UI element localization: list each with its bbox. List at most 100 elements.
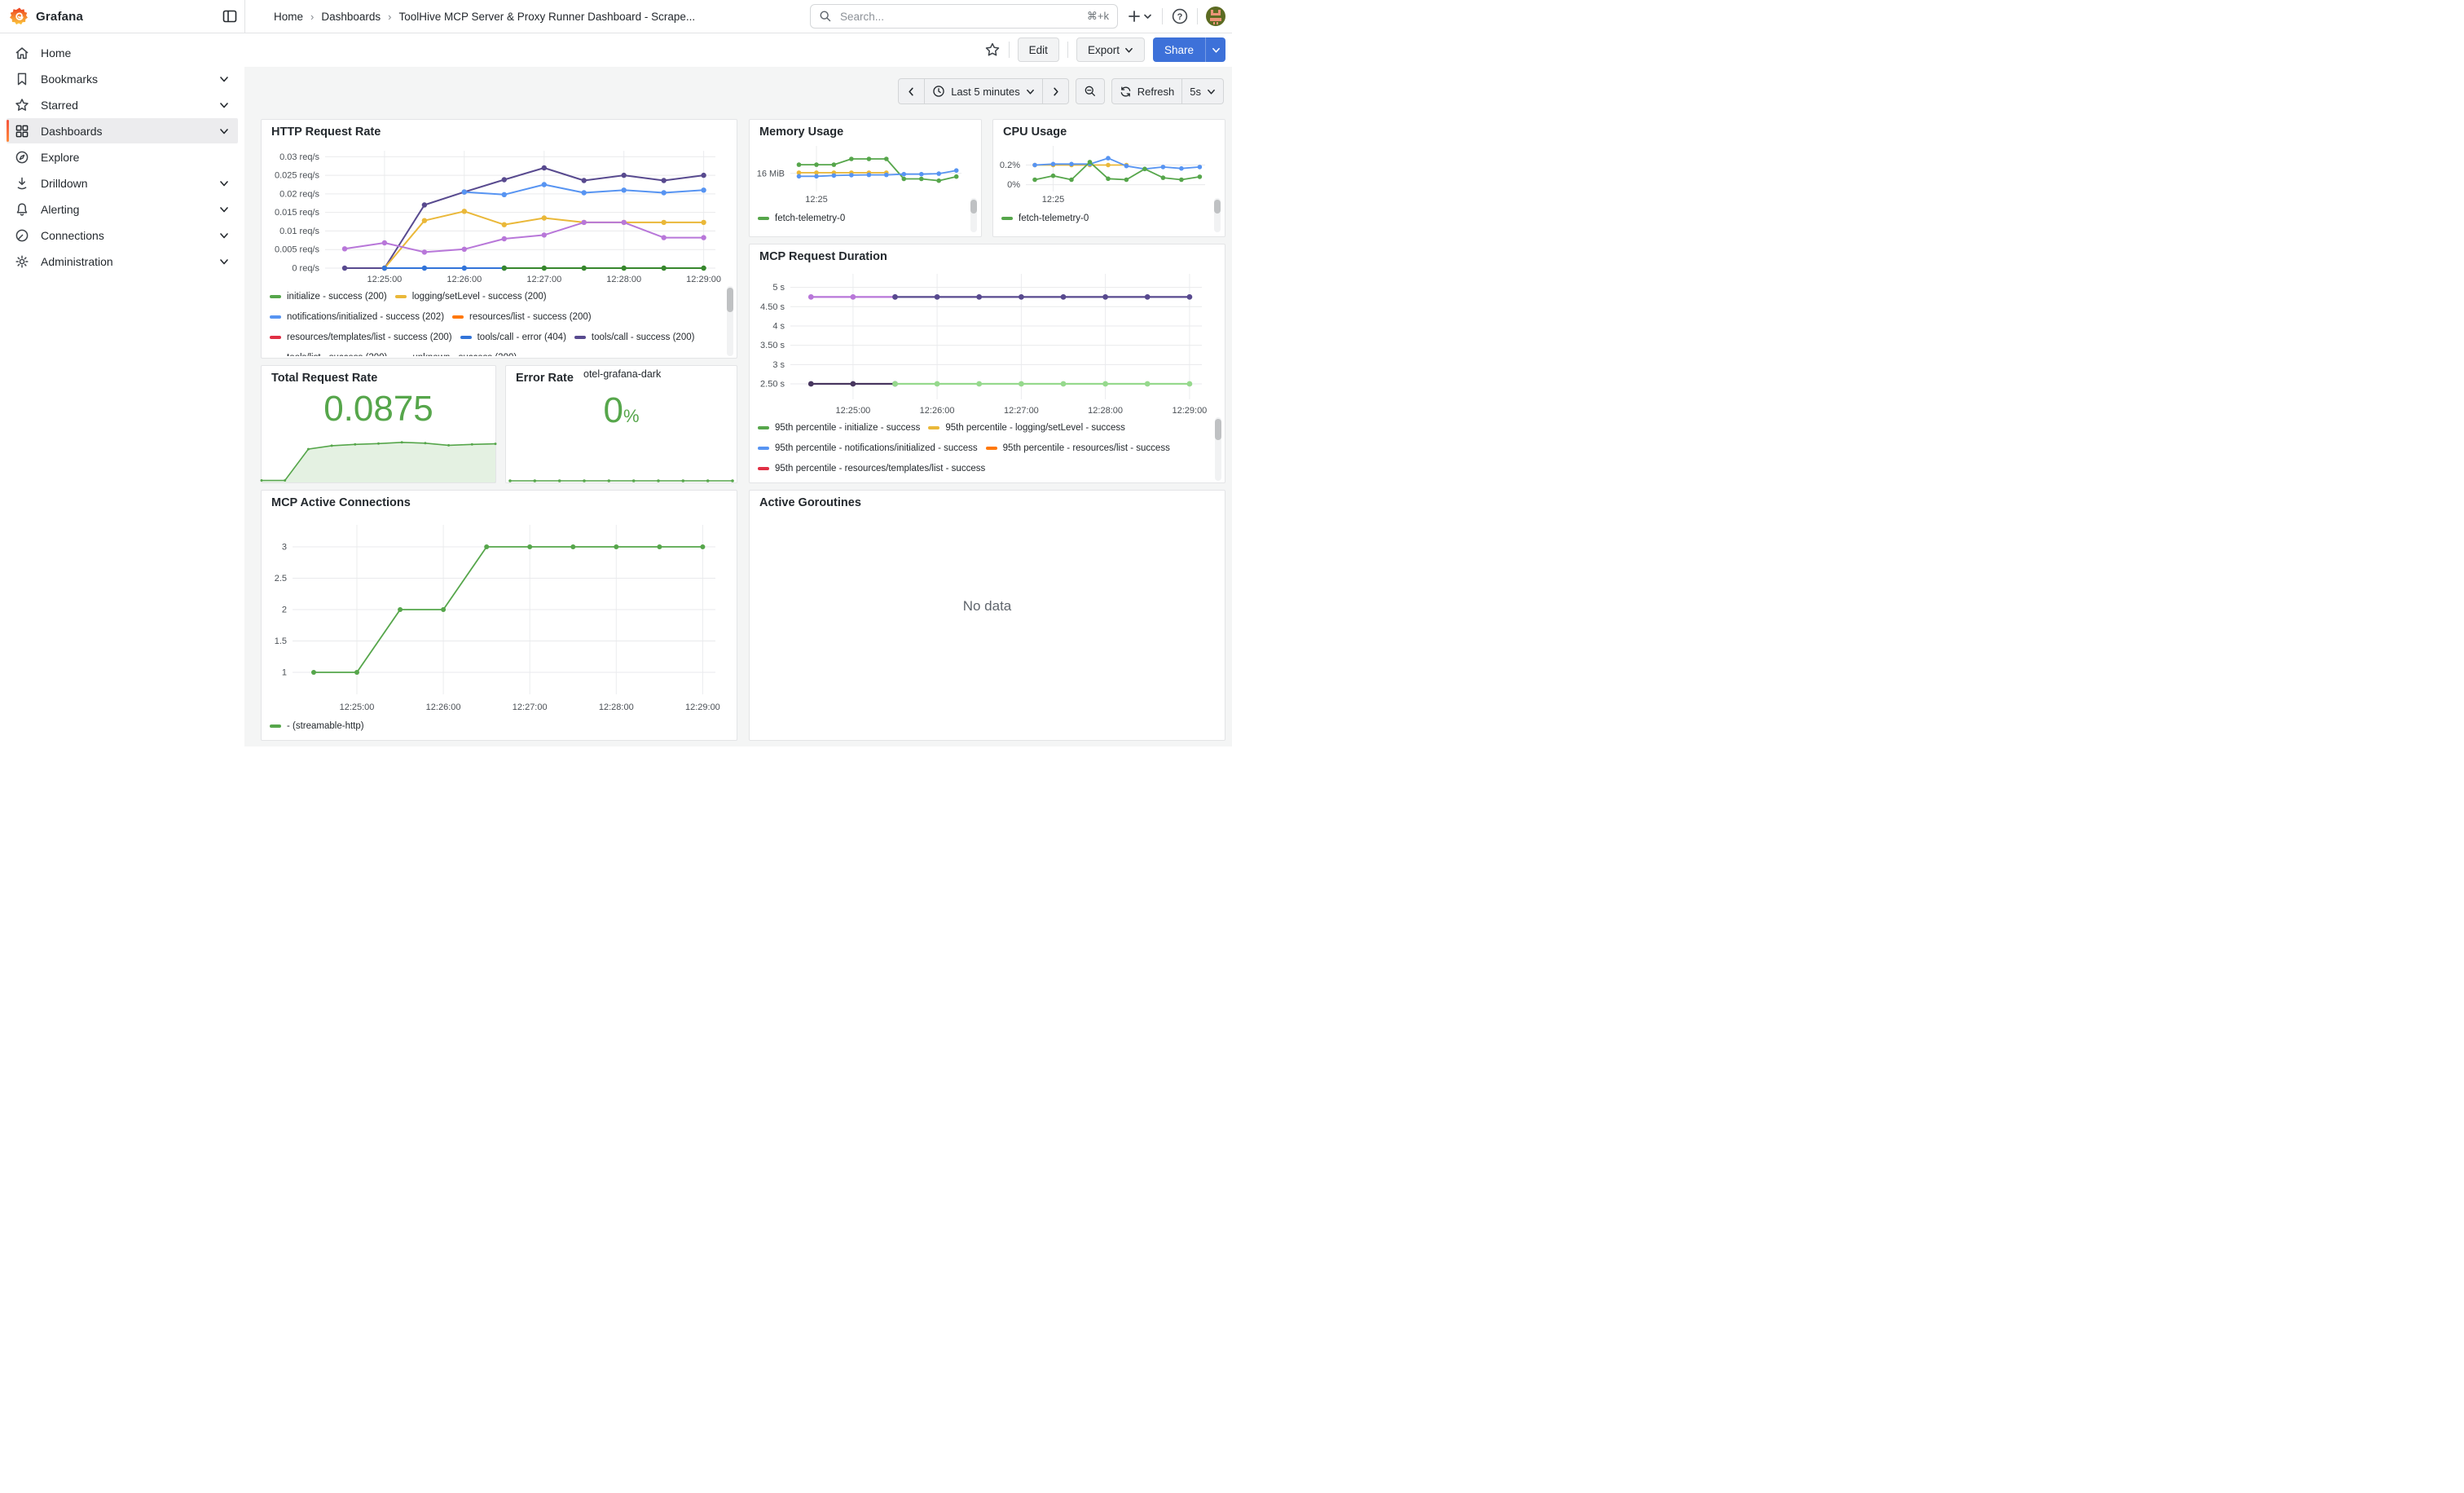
error-rate-sparkline[interactable] (506, 471, 737, 482)
svg-text:0.015 req/s: 0.015 req/s (275, 208, 320, 218)
legend-scrollbar[interactable] (1215, 417, 1221, 481)
search-text-field[interactable] (838, 10, 1080, 24)
panel-title[interactable]: Memory Usage (759, 126, 843, 139)
refresh-interval-picker[interactable]: 5s (1181, 79, 1223, 103)
floating-drag-label: otel-grafana-dark (583, 368, 661, 380)
help-icon[interactable]: ? (1171, 5, 1189, 28)
search-shortcut: ⌘+k (1087, 10, 1109, 23)
chevron-down-icon[interactable] (218, 99, 230, 111)
mcp-active-connections-chart[interactable]: 11.522.5312:25:0012:26:0012:27:0012:28:0… (266, 517, 727, 712)
sidebar-item-label: Bookmarks (41, 73, 98, 86)
sidebar-collapse-icon[interactable] (222, 8, 238, 24)
sidebar-item-home[interactable]: Home (7, 40, 238, 65)
sidebar-item-dashboards[interactable]: Dashboards (7, 118, 238, 143)
legend-swatch (758, 447, 769, 450)
svg-text:12:25: 12:25 (1042, 195, 1065, 205)
chevron-down-icon[interactable] (218, 126, 230, 137)
favorite-star-icon[interactable] (984, 38, 1001, 61)
panel-title[interactable]: Error Rate (516, 372, 574, 385)
share-button[interactable]: Share (1153, 37, 1205, 62)
legend-item[interactable]: tools/list - success (200) (270, 347, 387, 356)
svg-text:1: 1 (282, 668, 287, 678)
legend-swatch (270, 336, 281, 339)
share-menu-button[interactable] (1205, 37, 1225, 62)
chevron-down-icon (1207, 87, 1216, 96)
user-avatar[interactable] (1206, 7, 1225, 26)
breadcrumb-item[interactable]: Home (274, 11, 303, 23)
panel-title[interactable]: HTTP Request Rate (271, 126, 381, 139)
legend-item[interactable]: resources/list - success (200) (452, 306, 592, 327)
legend-item[interactable]: 95th percentile - resources/templates/li… (758, 458, 985, 478)
legend-item[interactable]: 95th percentile - notifications/initiali… (758, 438, 978, 458)
sidebar-item-connections[interactable]: Connections (7, 222, 238, 248)
legend-swatch (452, 315, 464, 319)
legend-item[interactable]: unknown - success (200) (395, 347, 517, 356)
chevron-down-icon (1212, 46, 1221, 55)
time-range-picker[interactable]: Last 5 minutes (924, 79, 1042, 103)
refresh-button[interactable]: Refresh (1112, 79, 1182, 103)
svg-text:12:29:00: 12:29:00 (685, 702, 720, 712)
grafana-logo-icon[interactable] (10, 7, 29, 26)
add-new-button[interactable] (1126, 5, 1154, 28)
panel-title[interactable]: MCP Request Duration (759, 250, 887, 263)
memory-legend: fetch-telemetry-0 (758, 208, 953, 229)
legend-item[interactable]: 95th percentile - resources/list - succe… (986, 438, 1170, 458)
chevron-down-icon[interactable] (218, 204, 230, 215)
legend-item[interactable]: - (streamable-http) (270, 716, 364, 736)
header-action-divider (1197, 8, 1198, 24)
breadcrumb-item[interactable]: Dashboards (321, 11, 381, 23)
sidebar-item-administration[interactable]: Administration (7, 249, 238, 274)
header-divider (244, 0, 245, 33)
sidebar-item-drilldown[interactable]: Drilldown (7, 170, 238, 196)
legend-item[interactable]: logging/setLevel - success (200) (395, 286, 547, 306)
legend-item[interactable]: tools/call - success (200) (574, 327, 695, 347)
sidebar-item-alerting[interactable]: Alerting (7, 196, 238, 222)
panel-total-request-rate: Total Request Rate 0.0875 (261, 365, 496, 483)
legend-item[interactable]: fetch-telemetry-0 (1001, 208, 1089, 228)
legend-item[interactable]: 95th percentile - initialize - success (758, 417, 920, 438)
chevron-down-icon[interactable] (218, 230, 230, 241)
legend-item[interactable]: notifications/initialized - success (202… (270, 306, 444, 327)
chevron-down-icon (1026, 87, 1035, 96)
breadcrumb-item[interactable]: ToolHive MCP Server & Proxy Runner Dashb… (399, 11, 696, 23)
legend-scrollbar[interactable] (1214, 198, 1221, 232)
cpu-usage-chart[interactable]: 0.2%0%12:25 (997, 139, 1215, 205)
legend-swatch (928, 426, 939, 429)
legend-label: notifications/initialized - success (202… (287, 312, 444, 322)
export-button[interactable]: Export (1076, 37, 1145, 62)
dashboards-grid-icon (14, 123, 30, 139)
legend-item[interactable]: 95th percentile - logging/setLevel - suc… (928, 417, 1125, 438)
search-input[interactable]: ⌘+k (810, 4, 1118, 29)
panel-title[interactable]: Active Goroutines (759, 496, 861, 509)
legend-label: 95th percentile - logging/setLevel - suc… (945, 423, 1125, 433)
memory-usage-chart[interactable]: 16 MiB12:25 (753, 139, 971, 205)
panel-title[interactable]: Total Request Rate (271, 372, 377, 385)
svg-text:12:28:00: 12:28:00 (599, 702, 634, 712)
legend-scrollbar[interactable] (727, 286, 733, 356)
zoom-out-button[interactable] (1076, 79, 1104, 103)
panel-title[interactable]: CPU Usage (1003, 126, 1067, 139)
http-request-rate-chart[interactable]: 0 req/s0.005 req/s0.01 req/s0.015 req/s0… (266, 144, 727, 284)
sidebar-item-label: Drilldown (41, 177, 88, 190)
time-shift-back-button[interactable] (899, 79, 924, 103)
chevron-down-icon[interactable] (218, 73, 230, 85)
panel-title[interactable]: MCP Active Connections (271, 496, 411, 509)
legend-item[interactable]: tools/call - error (404) (460, 327, 566, 347)
sidebar-item-explore[interactable]: Explore (7, 144, 238, 170)
chevron-down-icon[interactable] (218, 256, 230, 267)
legend-scrollbar[interactable] (970, 198, 977, 232)
cpu-legend: fetch-telemetry-0 (1001, 208, 1197, 229)
svg-text:16 MiB: 16 MiB (757, 169, 785, 178)
legend-item[interactable]: fetch-telemetry-0 (758, 208, 845, 228)
connections-icon (14, 227, 30, 244)
svg-text:12:27:00: 12:27:00 (513, 702, 548, 712)
edit-button[interactable]: Edit (1018, 37, 1059, 62)
mcp-request-duration-chart[interactable]: 5 s4.50 s4 s3.50 s3 s2.50 s12:25:0012:26… (755, 269, 1215, 416)
total-request-rate-sparkline[interactable] (262, 435, 495, 482)
time-shift-forward-button[interactable] (1042, 79, 1068, 103)
sidebar-item-starred[interactable]: Starred (7, 92, 238, 117)
legend-item[interactable]: resources/templates/list - success (200) (270, 327, 452, 347)
legend-item[interactable]: initialize - success (200) (270, 286, 387, 306)
sidebar-item-bookmarks[interactable]: Bookmarks (7, 66, 238, 91)
chevron-down-icon[interactable] (218, 178, 230, 189)
